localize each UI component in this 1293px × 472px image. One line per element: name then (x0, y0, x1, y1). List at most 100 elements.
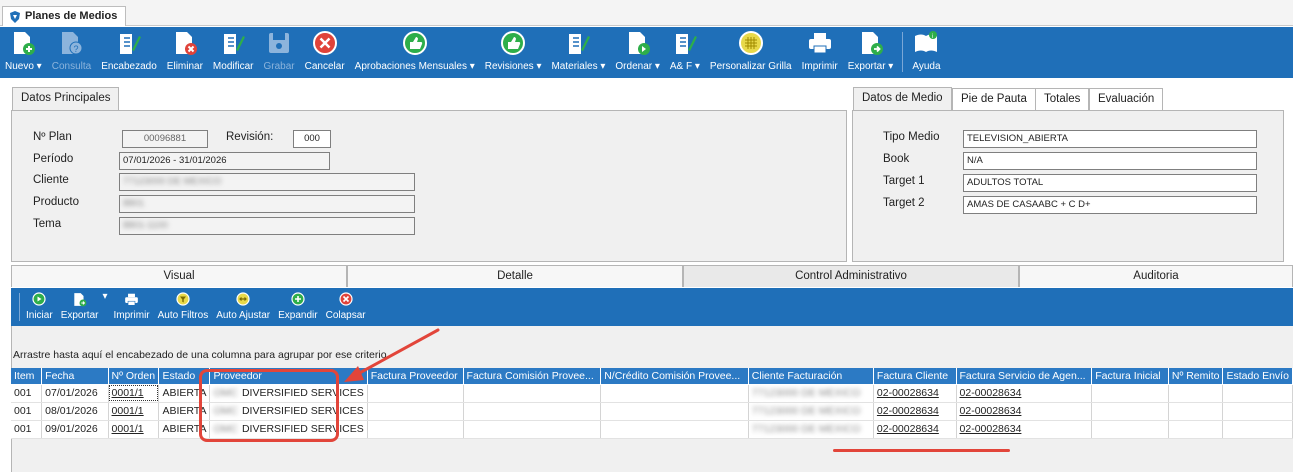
main-toolbar: Nuevo ▾? Consulta Encabezado Eliminar Modifi… (0, 27, 1293, 78)
ayuda-button[interactable]: i Ayuda (907, 27, 945, 78)
table-cell[interactable]: 02-00028634 (956, 384, 1093, 403)
modificar-button[interactable]: Modificar (208, 27, 259, 78)
imprimir-button[interactable]: Imprimir (110, 288, 154, 321)
tab-visual[interactable]: Visual (11, 265, 347, 287)
target1-label: Target 1 (883, 175, 925, 187)
imprimir-button[interactable]: Imprimir (797, 27, 843, 78)
table-cell (1222, 384, 1293, 403)
tema-label: Tema (33, 218, 62, 230)
column-header-fecha[interactable]: Fecha (41, 368, 109, 385)
iniciar-button[interactable]: Iniciar (22, 288, 57, 321)
cancelar-button[interactable]: Cancelar (300, 27, 350, 78)
eliminar-label: Eliminar (166, 61, 203, 72)
grabar-button[interactable]: Grabar (259, 27, 300, 78)
ordenar-label: Ordenar ▾ (615, 61, 660, 72)
eliminar-button[interactable]: Eliminar (162, 27, 208, 78)
table-cell[interactable]: 0001/1 (108, 420, 160, 439)
encabezado-label: Encabezado (101, 61, 157, 72)
column-header-n-remito[interactable]: Nº Remito (1168, 368, 1224, 385)
print-icon (124, 291, 140, 307)
help-book-icon: i (913, 29, 939, 57)
consulta-button[interactable]: ? Consulta (47, 27, 96, 78)
grid-icon (738, 29, 764, 57)
revision-field[interactable]: 000 (293, 130, 331, 148)
svg-text:i: i (932, 34, 933, 40)
table-cell (367, 384, 464, 403)
tab-evaluacion[interactable]: Evaluación (1089, 88, 1164, 110)
auto-ajustar-button[interactable]: Auto Ajustar (212, 288, 274, 321)
table-cell[interactable]: 0001/1 (108, 384, 160, 403)
target2-field[interactable]: AMAS DE CASAABC + C D+ (963, 196, 1257, 214)
table-cell (1168, 420, 1224, 439)
table-cell[interactable]: 02-00028634 (873, 402, 957, 421)
grid-toolbar: Iniciar Exportar ▾ Imprimir Auto Filtros Auto… (11, 288, 1293, 326)
tab-datos-principales[interactable]: Datos Principales (12, 87, 120, 111)
periodo-field[interactable]: 07/01/2026 - 31/01/2026 (119, 152, 330, 170)
column-header-factura-inicial[interactable]: Factura Inicial (1091, 368, 1169, 385)
producto-field[interactable]: 8801 (119, 195, 415, 213)
cliente-field[interactable]: 77123000 DE MEXICO (119, 173, 415, 191)
auto-filtros-button[interactable]: Auto Filtros (154, 288, 213, 321)
table-cell: 09/01/2026 (41, 420, 109, 439)
tipo-medio-label: Tipo Medio (883, 131, 940, 143)
table-cell[interactable]: 02-00028634 (873, 420, 957, 439)
delete-document-icon (172, 29, 198, 57)
colapsar-button[interactable]: Colapsar (322, 288, 370, 321)
column-header-n-crédito-comisión-provee[interactable]: N/Crédito Comisión Provee... (600, 368, 749, 385)
column-header-factura-cliente[interactable]: Factura Cliente (873, 368, 957, 385)
book-field[interactable]: N/A (963, 152, 1257, 170)
a-f-button[interactable]: A& F ▾ (665, 27, 705, 78)
personalizar-grilla-button[interactable]: Personalizar Grilla (705, 27, 797, 78)
revisiones-button[interactable]: Revisiones ▾ (480, 27, 547, 78)
cliente-facturacion-value: 77123000 DE MEXICO (751, 387, 861, 399)
tab-datos-de-medio[interactable]: Datos de Medio (853, 87, 952, 111)
auto-filtros-label: Auto Filtros (157, 310, 209, 321)
exportar-button[interactable]: Exportar (57, 288, 103, 321)
app-shield-icon (10, 10, 20, 23)
edit-header-icon (116, 29, 142, 57)
encabezado-button[interactable]: Encabezado (96, 27, 162, 78)
materiales-button[interactable]: Materiales ▾ (546, 27, 610, 78)
edit-icon (220, 29, 246, 57)
column-header-factura-servicio-de-agen[interactable]: Factura Servicio de Agen... (956, 368, 1093, 385)
export-icon (858, 29, 884, 57)
auto-ajustar-label: Auto Ajustar (216, 310, 271, 321)
exportar-button[interactable]: Exportar ▾ (843, 27, 899, 78)
revisiones-label: Revisiones ▾ (484, 61, 542, 72)
tab-auditoria[interactable]: Auditoria (1019, 265, 1293, 287)
toolbar-separator (19, 293, 20, 321)
group-by-hint: Arrastre hasta aquí el encabezado de una… (13, 349, 387, 361)
nro-plan-field[interactable]: 00096881 (122, 130, 208, 148)
export-dropdown-caret[interactable]: ▾ (102, 288, 109, 302)
table-cell[interactable]: 02-00028634 (873, 384, 957, 403)
table-cell[interactable]: 02-00028634 (956, 402, 1093, 421)
nuevo-button[interactable]: Nuevo ▾ (0, 27, 47, 78)
table-cell (1091, 420, 1169, 439)
tab-control-administrativo[interactable]: Control Administrativo (683, 265, 1019, 287)
tab-totales[interactable]: Totales (1035, 88, 1090, 110)
filter-icon (175, 291, 191, 307)
expandir-button[interactable]: Expandir (274, 288, 321, 321)
ordenar-button[interactable]: Ordenar ▾ (610, 27, 664, 78)
table-cell (463, 384, 602, 403)
tab-pie-de-pauta[interactable]: Pie de Pauta (952, 88, 1036, 110)
column-header-n-orden[interactable]: Nº Orden (108, 368, 160, 385)
table-cell (463, 420, 602, 439)
imprimir-label: Imprimir (801, 61, 838, 72)
target1-field[interactable]: ADULTOS TOTAL (963, 174, 1257, 192)
table-cell (1168, 402, 1224, 421)
column-header-item[interactable]: Item (11, 368, 43, 385)
section-tabs: Visual Detalle Control Administrativo Au… (11, 265, 1293, 287)
tema-field[interactable]: 8801-1100 (119, 217, 415, 235)
column-header-cliente-facturación[interactable]: Cliente Facturación (748, 368, 874, 385)
table-cell[interactable]: 0001/1 (108, 402, 160, 421)
tipo-medio-field[interactable]: TELEVISION_ABIERTA (963, 130, 1257, 148)
aprobaciones-mensuales-button[interactable]: Aprobaciones Mensuales ▾ (350, 27, 480, 78)
window-tab-planes-de-medios[interactable]: Planes de Medios (2, 6, 127, 26)
modificar-label: Modificar (212, 61, 254, 72)
grabar-label: Grabar (263, 61, 295, 72)
column-header-factura-comisión-provee[interactable]: Factura Comisión Provee... (463, 368, 602, 385)
table-cell[interactable]: 02-00028634 (956, 420, 1093, 439)
tab-detalle[interactable]: Detalle (347, 265, 683, 287)
column-header-estado-envío[interactable]: Estado Envío (1222, 368, 1293, 385)
